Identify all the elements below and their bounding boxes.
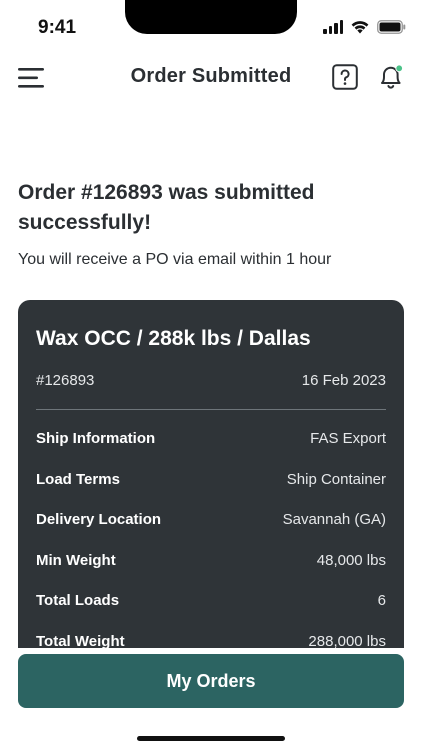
battery-icon [377, 19, 406, 34]
detail-label: Delivery Location [36, 511, 162, 528]
card-divider [36, 409, 386, 410]
help-icon [332, 64, 358, 90]
detail-value: 6 [377, 592, 386, 609]
detail-row-ship-information: Ship Information FAS Export [36, 430, 386, 471]
order-details-list: Ship Information FAS Export Load Terms S… [36, 430, 386, 648]
success-subtitle: You will receive a PO via email within 1… [18, 251, 332, 268]
detail-label: Total Weight [36, 632, 125, 649]
help-button[interactable] [332, 64, 358, 90]
wifi-icon [351, 21, 369, 34]
my-orders-button[interactable]: My Orders [18, 654, 404, 708]
bell-icon [381, 64, 404, 89]
cellular-signal-icon [323, 19, 343, 34]
detail-value: 288,000 lbs [308, 632, 386, 649]
notifications-button[interactable] [376, 62, 406, 92]
status-bar: 9:41 [0, 0, 422, 56]
detail-value: Ship Container [286, 470, 386, 488]
home-indicator [137, 736, 285, 741]
detail-value: Savannah (GA) [282, 511, 386, 528]
detail-row-delivery-location: Delivery Location Savannah (GA) [36, 511, 386, 552]
order-id: #126893 [36, 372, 95, 389]
order-card-title: Wax OCC / 288k lbs / Dallas [36, 327, 311, 350]
detail-row-total-weight: Total Weight 288,000 lbs [36, 633, 386, 649]
detail-label: Total Loads [36, 592, 120, 609]
detail-row-total-loads: Total Loads 6 [36, 592, 386, 633]
order-date: 16 Feb 2023 [301, 372, 386, 389]
detail-row-load-terms: Load Terms Ship Container [36, 471, 386, 512]
success-title: Order #126893 was submitted successfully… [18, 181, 315, 234]
detail-label: Ship Information [36, 430, 156, 447]
status-icons [323, 19, 406, 34]
detail-value: 48,000 lbs [316, 551, 386, 569]
detail-row-min-weight: Min Weight 48,000 lbs [36, 552, 386, 593]
app-header: Order Submitted [0, 56, 422, 100]
status-time: 9:41 [38, 17, 77, 38]
notification-dot [395, 64, 404, 73]
detail-label: Min Weight [36, 551, 116, 569]
device-notch [125, 0, 297, 34]
detail-label: Load Terms [36, 470, 120, 488]
page-title: Order Submitted [130, 65, 292, 87]
order-summary-card: Wax OCC / 288k lbs / Dallas #126893 16 F… [18, 300, 404, 648]
detail-value: FAS Export [310, 430, 386, 447]
